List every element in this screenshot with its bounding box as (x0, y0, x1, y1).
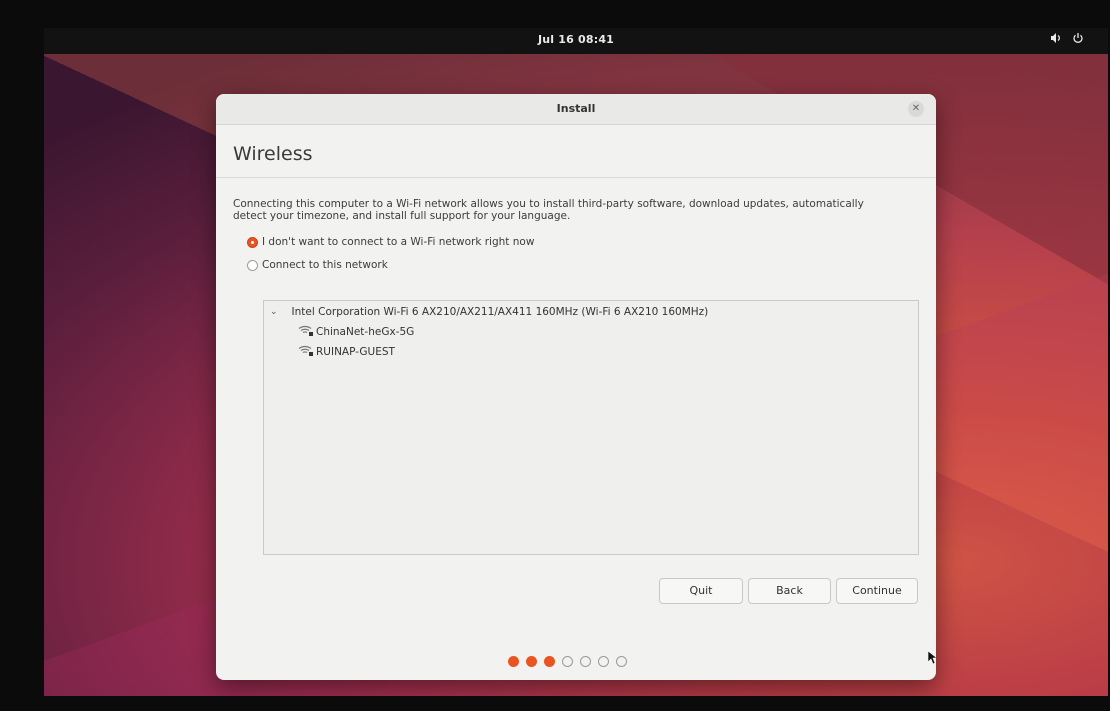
chevron-down-icon[interactable]: ⌄ (270, 307, 278, 317)
network-item[interactable]: RUINAP-GUEST (298, 344, 395, 359)
progress-dots (508, 656, 627, 667)
network-list[interactable]: ⌄ Intel Corporation Wi-Fi 6 AX210/AX211/… (263, 300, 919, 555)
page-header: Wireless (216, 125, 936, 178)
quit-button[interactable]: Quit (659, 578, 743, 604)
description-line-2: detect your timezone, and install full s… (233, 210, 571, 222)
window-title: Install (556, 102, 596, 115)
description: Connecting this computer to a Wi-Fi netw… (233, 198, 913, 222)
close-icon[interactable]: ✕ (908, 101, 924, 117)
progress-dot (526, 656, 537, 667)
wifi-secure-icon (298, 324, 314, 339)
mouse-cursor-icon (927, 649, 936, 668)
volume-icon[interactable] (1050, 32, 1062, 44)
network-item[interactable]: ChinaNet-heGx-5G (298, 324, 414, 339)
power-icon[interactable] (1072, 32, 1084, 44)
progress-dot (508, 656, 519, 667)
continue-button[interactable]: Continue (836, 578, 918, 604)
radio-option-connect[interactable]: Connect to this network (247, 259, 388, 271)
progress-dot (598, 656, 609, 667)
progress-dot (544, 656, 555, 667)
system-tray[interactable] (1050, 32, 1084, 44)
radio-option-no-connect[interactable]: I don't want to connect to a Wi-Fi netwo… (247, 236, 534, 248)
top-bar: Jul 16 08:41 (44, 28, 1108, 54)
progress-dot (580, 656, 591, 667)
progress-dot (616, 656, 627, 667)
desktop: Jul 16 08:41 Install ✕ Wireless Connecti… (44, 28, 1108, 696)
install-dialog: Install ✕ Wireless Connecting this compu… (216, 94, 936, 680)
network-ssid: ChinaNet-heGx-5G (316, 325, 415, 338)
radio-connect[interactable] (247, 259, 258, 271)
clock[interactable]: Jul 16 08:41 (44, 33, 1108, 46)
adapter-name: Intel Corporation Wi-Fi 6 AX210/AX211/AX… (291, 306, 709, 318)
back-button[interactable]: Back (748, 578, 831, 604)
adapter-row[interactable]: ⌄ Intel Corporation Wi-Fi 6 AX210/AX211/… (270, 306, 708, 318)
wifi-secure-icon (298, 344, 314, 359)
network-ssid: RUINAP-GUEST (316, 345, 395, 358)
description-line-1: Connecting this computer to a Wi-Fi netw… (233, 198, 864, 210)
radio-connect-label: Connect to this network (262, 259, 388, 271)
radio-no-connect-label: I don't want to connect to a Wi-Fi netwo… (262, 236, 535, 248)
title-bar: Install ✕ (216, 94, 936, 125)
radio-no-connect[interactable] (247, 236, 258, 248)
progress-dot (562, 656, 573, 667)
page-title: Wireless (233, 143, 313, 165)
